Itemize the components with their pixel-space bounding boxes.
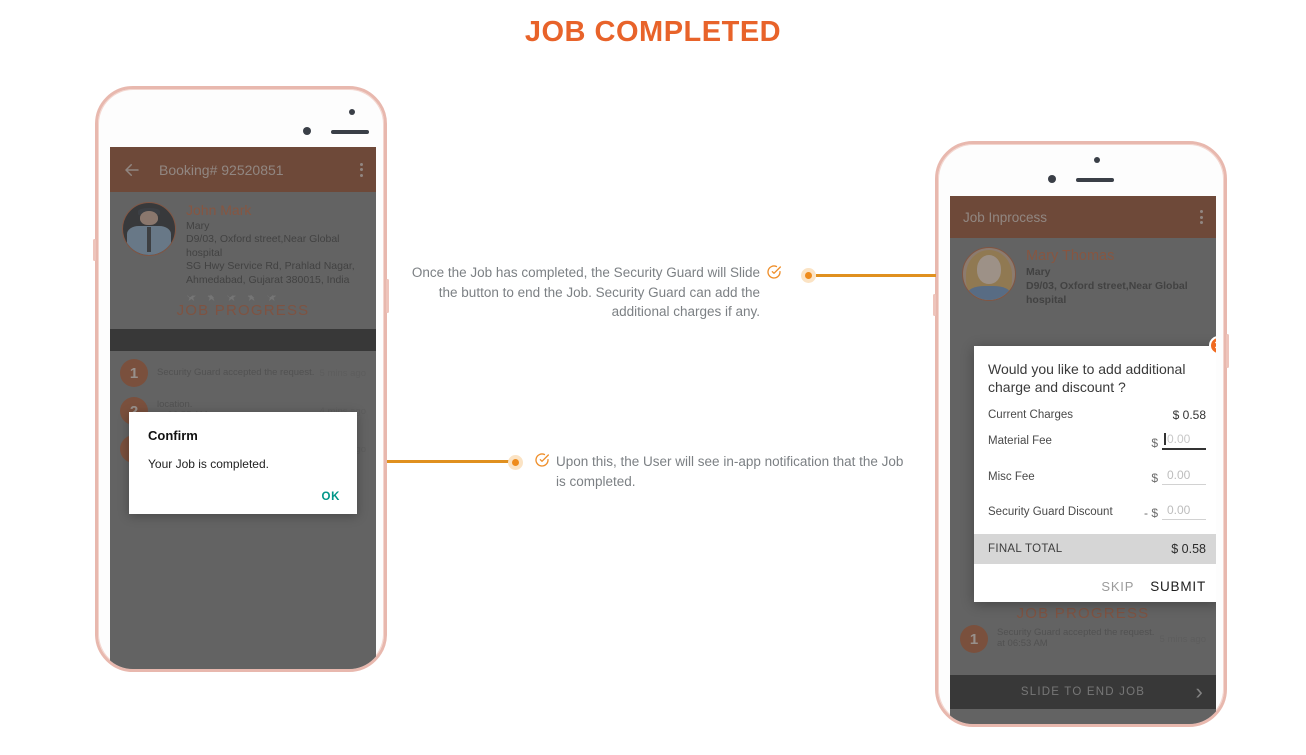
charge-dialog-question: Would you like to add additional charge … — [988, 361, 1186, 396]
annotation-bottom-text: Upon this, the User will see in-app noti… — [556, 452, 916, 491]
charge-dialog-actions: SKIP SUBMIT — [974, 579, 1216, 594]
security-guard-discount-input[interactable]: 0.00 — [1162, 503, 1206, 520]
left-progress-row-1: 1 Security Guard accepted the request. 5… — [120, 359, 366, 387]
right-appbar-title: Job Inprocess — [963, 209, 1048, 225]
left-progress-time-1: 5 mins ago — [319, 367, 366, 379]
left-ticket-zigzag-divider — [110, 290, 376, 297]
close-circle-icon[interactable]: ✕ — [1209, 336, 1216, 355]
right-progress-number-1: 1 — [960, 625, 988, 653]
left-profile-card: John Mark Mary D9/03, Oxford street,Near… — [122, 202, 366, 304]
right-progress-time-1: 5 mins ago — [1159, 633, 1206, 645]
proximity-sensor-icon — [1048, 175, 1056, 183]
annotation-bottom-line-1: Upon this, the User will see in-app noti… — [556, 454, 904, 469]
page-root: JOB COMPLETED Booking# 92520851 John Mar… — [0, 0, 1306, 755]
left-profile-address-1: D9/03, Oxford street,Near Global hospita… — [186, 233, 340, 259]
right-profile-address-2: hospital — [1026, 294, 1067, 307]
annotation-bottom-line-2: is completed. — [556, 473, 636, 489]
right-profile-sub: Mary — [1026, 266, 1051, 279]
charge-row-label: Current Charges — [988, 409, 1074, 421]
front-camera-dot-icon — [1094, 157, 1100, 163]
right-profile-address-1: D9/03, Oxford street,Near Global — [1026, 280, 1188, 293]
check-circle-icon — [766, 264, 782, 280]
right-phone-inner: Job Inprocess Mary Thomas Mary D9/03, Ox… — [938, 144, 1224, 724]
submit-button[interactable]: SUBMIT — [1150, 579, 1206, 594]
check-circle-icon — [534, 452, 550, 468]
skip-button[interactable]: SKIP — [1101, 579, 1134, 594]
annotation-top-line-3: additional charges if any. — [611, 304, 760, 320]
material-fee-input[interactable]: 0.00 — [1162, 432, 1206, 450]
right-appbar: Job Inprocess — [950, 196, 1216, 238]
arrow-left-icon[interactable] — [123, 161, 141, 179]
final-total-value: $ 0.58 — [1171, 542, 1206, 556]
charge-row-label: Material Fee — [988, 435, 1052, 447]
currency-symbol: - $ — [1143, 506, 1158, 520]
slide-to-end-job-button[interactable]: SLIDE TO END JOB › — [950, 675, 1216, 709]
security-guard-avatar — [122, 202, 176, 256]
left-phone-screen: Booking# 92520851 John Mark Mary D9/03, … — [110, 147, 376, 669]
right-phone-frame: Job Inprocess Mary Thomas Mary D9/03, Ox… — [933, 141, 1229, 727]
text-caret — [1164, 433, 1166, 445]
right-job-progress-heading: JOB PROGRESS — [1016, 605, 1150, 622]
left-progress-text-1: Security Guard accepted the request. — [157, 366, 315, 378]
charge-row-current-charges: Current Charges $ 0.58 — [988, 408, 1206, 422]
right-profile-name: Mary Thomas — [1026, 248, 1115, 264]
material-fee-value: 0.00 — [1167, 432, 1191, 446]
right-phone-screen: Job Inprocess Mary Thomas Mary D9/03, Ox… — [950, 196, 1216, 724]
front-camera-icon — [349, 109, 355, 115]
annotation-top-line-2: the button to end the Job. Security Guar… — [438, 284, 760, 300]
left-appbar: Booking# 92520851 — [110, 147, 376, 192]
bullet-dot-icon — [801, 268, 816, 283]
confirm-dialog-message: Your Job is completed. — [148, 457, 269, 471]
confirm-dialog: Confirm Your Job is completed. OK — [129, 412, 357, 514]
charge-row-label: Security Guard Discount — [988, 505, 1113, 518]
left-phone-inner: Booking# 92520851 John Mark Mary D9/03, … — [98, 89, 384, 669]
currency-symbol: $ — [1172, 408, 1180, 422]
currency-symbol: $ — [1151, 436, 1158, 450]
confirm-dialog-ok-button[interactable]: OK — [322, 491, 340, 503]
final-total-label: FINAL TOTAL — [988, 543, 1063, 555]
earpiece-speaker — [331, 130, 369, 134]
charge-row-misc-fee: Misc Fee $ 0.00 — [988, 468, 1206, 485]
sensor-icon — [303, 127, 311, 135]
charge-row-value: $ 0.58 — [1173, 408, 1206, 422]
left-slide-bar[interactable] — [110, 329, 376, 351]
right-progress-row-1: 1 Security Guard accepted the request. a… — [960, 625, 1206, 653]
left-appbar-title: Booking# 92520851 — [159, 161, 284, 178]
annotation-top-text: Once the Job has completed, the Security… — [410, 263, 760, 322]
left-profile-address-2: SG Hwy Service Rd, Prahlad Nagar, — [186, 260, 355, 273]
left-profile-name: John Mark — [186, 202, 252, 218]
bullet-dot-icon — [508, 455, 523, 470]
left-profile-sub: Mary — [186, 219, 210, 232]
charge-row-security-guard-discount: Security Guard Discount - $ 0.00 — [988, 503, 1206, 520]
confirm-dialog-title: Confirm — [148, 428, 198, 443]
connector-line-bottom — [387, 460, 509, 463]
woman-avatar — [962, 247, 1016, 301]
left-profile-address-3: Ahmedabad, Gujarat 380015, India — [186, 274, 350, 287]
page-title: JOB COMPLETED — [524, 16, 782, 48]
connector-line-top — [816, 274, 936, 277]
charge-final-total-row: FINAL TOTAL $ 0.58 — [974, 534, 1216, 564]
left-job-progress-heading: JOB PROGRESS — [176, 302, 310, 319]
additional-charge-dialog: ✕ Would you like to add additional charg… — [974, 336, 1216, 602]
charge-row-material-fee: Material Fee $ 0.00 — [988, 432, 1206, 450]
earpiece-speaker — [1076, 178, 1114, 182]
left-phone-frame: Booking# 92520851 John Mark Mary D9/03, … — [93, 86, 389, 672]
right-progress-timeline-1: at 06:53 AM — [997, 638, 1048, 649]
currency-amount: 0.58 — [1182, 408, 1206, 422]
currency-symbol: $ — [1151, 471, 1158, 485]
charge-row-label: Misc Fee — [988, 470, 1035, 483]
kebab-menu-icon[interactable] — [360, 162, 363, 177]
right-profile-card: Mary Thomas Mary D9/03, Oxford street,Ne… — [962, 247, 1206, 308]
misc-fee-input[interactable]: 0.00 — [1162, 468, 1206, 485]
left-progress-number-1: 1 — [120, 359, 148, 387]
kebab-menu-icon[interactable] — [1200, 210, 1203, 224]
annotation-top-line-1: Once the Job has completed, the Security… — [411, 265, 760, 280]
chevron-right-icon: › — [1195, 679, 1204, 704]
slide-to-end-job-label: SLIDE TO END JOB — [1020, 686, 1146, 698]
